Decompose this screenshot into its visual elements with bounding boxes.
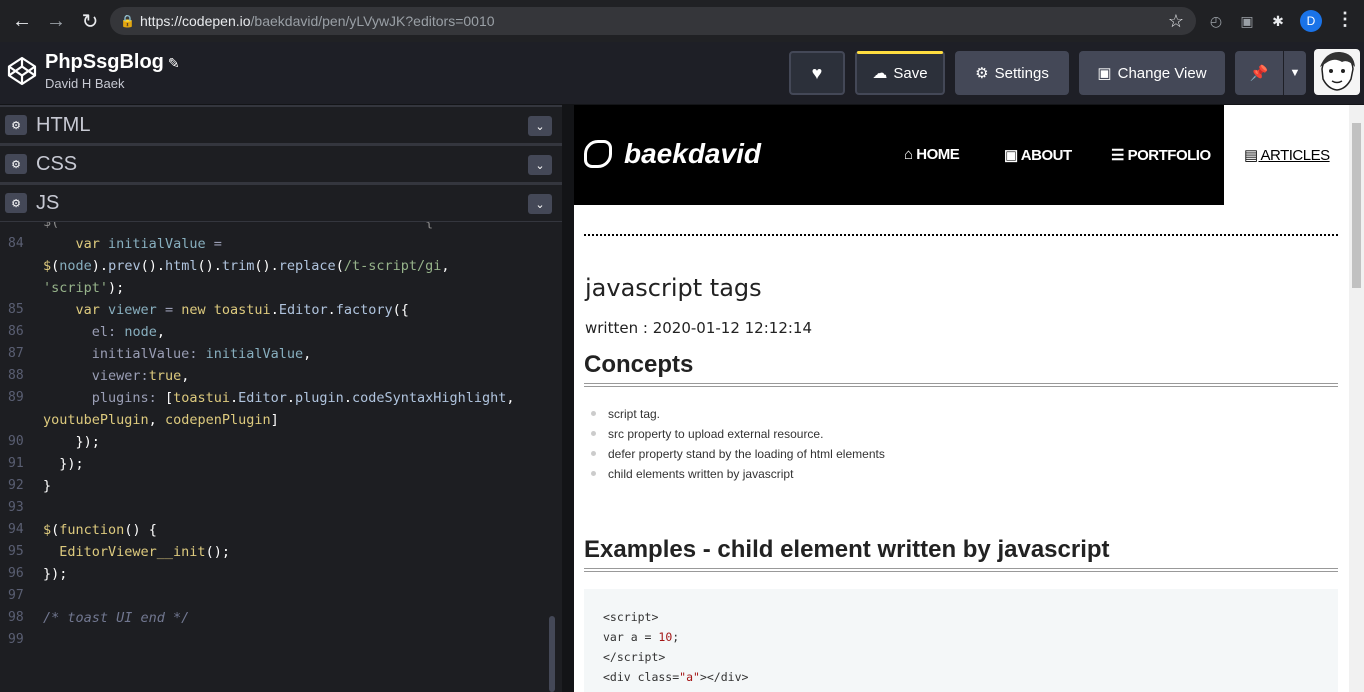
editor-panels: ⚙ HTML ⌄ ⚙ CSS ⌄ ⚙ JS ⌄ $( { 84 var init… [0,105,562,692]
site-logo[interactable]: baekdavid [584,138,761,170]
user-avatar[interactable] [1314,49,1360,95]
like-button[interactable]: ♥ [789,51,845,95]
list-item: child elements written by javascript [588,464,885,484]
nav-portfolio[interactable]: ☰ PORTFOLIO [1111,146,1211,164]
pen-author[interactable]: David H Baek [45,76,124,91]
pin-dropdown-button[interactable]: ▼ [1284,51,1306,95]
id-card-icon: ▣ [1004,147,1021,164]
layout-icon: ▣ [1097,65,1112,82]
pane-resizer[interactable] [562,105,574,692]
change-view-label: Change View [1117,64,1207,82]
site-name: baekdavid [624,138,761,169]
reload-icon[interactable]: ↻ [74,5,106,37]
list-alt-icon: ▤ [1244,147,1261,164]
lock-icon: 🔒 [120,14,135,28]
forward-icon[interactable]: → [40,5,72,37]
html-collapse-chevron-icon[interactable]: ⌄ [528,116,552,136]
nav-articles[interactable]: ▤ ARTICLES [1244,146,1330,164]
list-item: src property to upload external resource… [588,424,885,444]
article-date: written : 2020-01-12 12:12:14 [585,319,812,337]
css-panel-title: CSS [36,152,78,175]
pen-title[interactable]: PhpSsgBlog ✎ [45,51,180,74]
html-panel-header[interactable]: ⚙ HTML ⌄ [0,105,562,144]
section-heading-examples: Examples - child element written by java… [584,536,1338,572]
concepts-list: script tag. src property to upload exter… [588,404,885,484]
url-text: https://codepen.io/baekdavid/pen/yLVywJK… [140,13,495,29]
code-line: </script> [603,650,666,664]
js-code-editor[interactable]: $( { 84 var initialValue = $(node).prev(… [0,222,562,692]
css-collapse-chevron-icon[interactable]: ⌄ [528,155,552,175]
cloud-icon: ☁ [872,65,888,82]
js-collapse-chevron-icon[interactable]: ⌄ [528,194,552,214]
list-item: script tag. [588,404,885,424]
codepen-header: PhpSsgBlog ✎ David H Baek ♥ ☁ Save ⚙ Sett… [0,42,1364,105]
preview-pane: baekdavid ⌂ HOME ▣ ABOUT ☰ PORTFOLIO ▤ A… [574,105,1364,692]
cast-extension-icon[interactable]: ▣ [1237,11,1257,31]
gear-icon: ⚙ [975,65,989,82]
avatar-sketch-image [1320,51,1355,91]
save-button[interactable]: ☁ Save [855,51,945,95]
site-logo-icon [584,140,612,168]
heart-icon: ♥ [811,62,823,83]
nav-articles-active[interactable]: ▤ ARTICLES [1224,105,1350,205]
extension-icon[interactable]: ✱ [1268,11,1288,31]
html-panel-title: HTML [36,113,91,136]
nav-home[interactable]: ⌂ HOME [904,146,960,163]
list-icon: ☰ [1111,147,1128,164]
code-line: <div class="a"></div> [603,670,749,684]
site-navbar: baekdavid ⌂ HOME ▣ ABOUT ☰ PORTFOLIO [574,105,1224,205]
chevron-down-icon: ▼ [1289,67,1301,79]
code-example-block: <script> var a = 10; </script> <div clas… [584,589,1338,692]
html-settings-gear-icon[interactable]: ⚙ [5,115,27,135]
js-panel-header[interactable]: ⚙ JS ⌄ [0,183,562,222]
profile-avatar[interactable]: D [1300,10,1322,32]
dotted-divider [584,234,1338,236]
css-settings-gear-icon[interactable]: ⚙ [5,154,27,174]
address-bar[interactable]: 🔒 https://codepen.io/baekdavid/pen/yLVyw… [110,7,1196,35]
preview-scrollbar-thumb[interactable] [1352,123,1361,288]
css-panel-header[interactable]: ⚙ CSS ⌄ [0,144,562,183]
editor-scrollbar[interactable] [549,616,555,692]
settings-button[interactable]: ⚙ Settings [955,51,1069,95]
timer-extension-icon[interactable]: ◴ [1206,11,1226,31]
settings-label: Settings [994,64,1049,82]
nav-about[interactable]: ▣ ABOUT [1004,146,1072,164]
list-item: defer property stand by the loading of h… [588,444,885,464]
save-label: Save [893,64,928,82]
js-panel-title: JS [36,191,60,214]
back-icon[interactable]: ← [6,5,38,37]
code-line: var a = 10; [603,630,680,644]
article-title: javascript tags [585,274,762,302]
save-accent-bar [857,51,943,54]
pin-button[interactable]: 📌 [1235,51,1283,95]
code-line: <script> [603,610,659,624]
browser-toolbar: ← → ↻ 🔒 https://codepen.io/baekdavid/pen… [0,0,1364,42]
section-heading-concepts: Concepts [584,351,1338,387]
codepen-logo-icon[interactable] [6,55,38,87]
edit-pencil-icon[interactable]: ✎ [168,55,180,71]
home-icon: ⌂ [904,146,917,163]
change-view-button[interactable]: ▣ Change View [1079,51,1225,95]
star-icon[interactable]: ☆ [1168,11,1184,32]
menu-icon[interactable]: ⋮ [1336,9,1354,30]
pin-icon: 📌 [1249,65,1269,82]
preview-scrollbar[interactable] [1349,105,1364,692]
js-settings-gear-icon[interactable]: ⚙ [5,193,27,213]
